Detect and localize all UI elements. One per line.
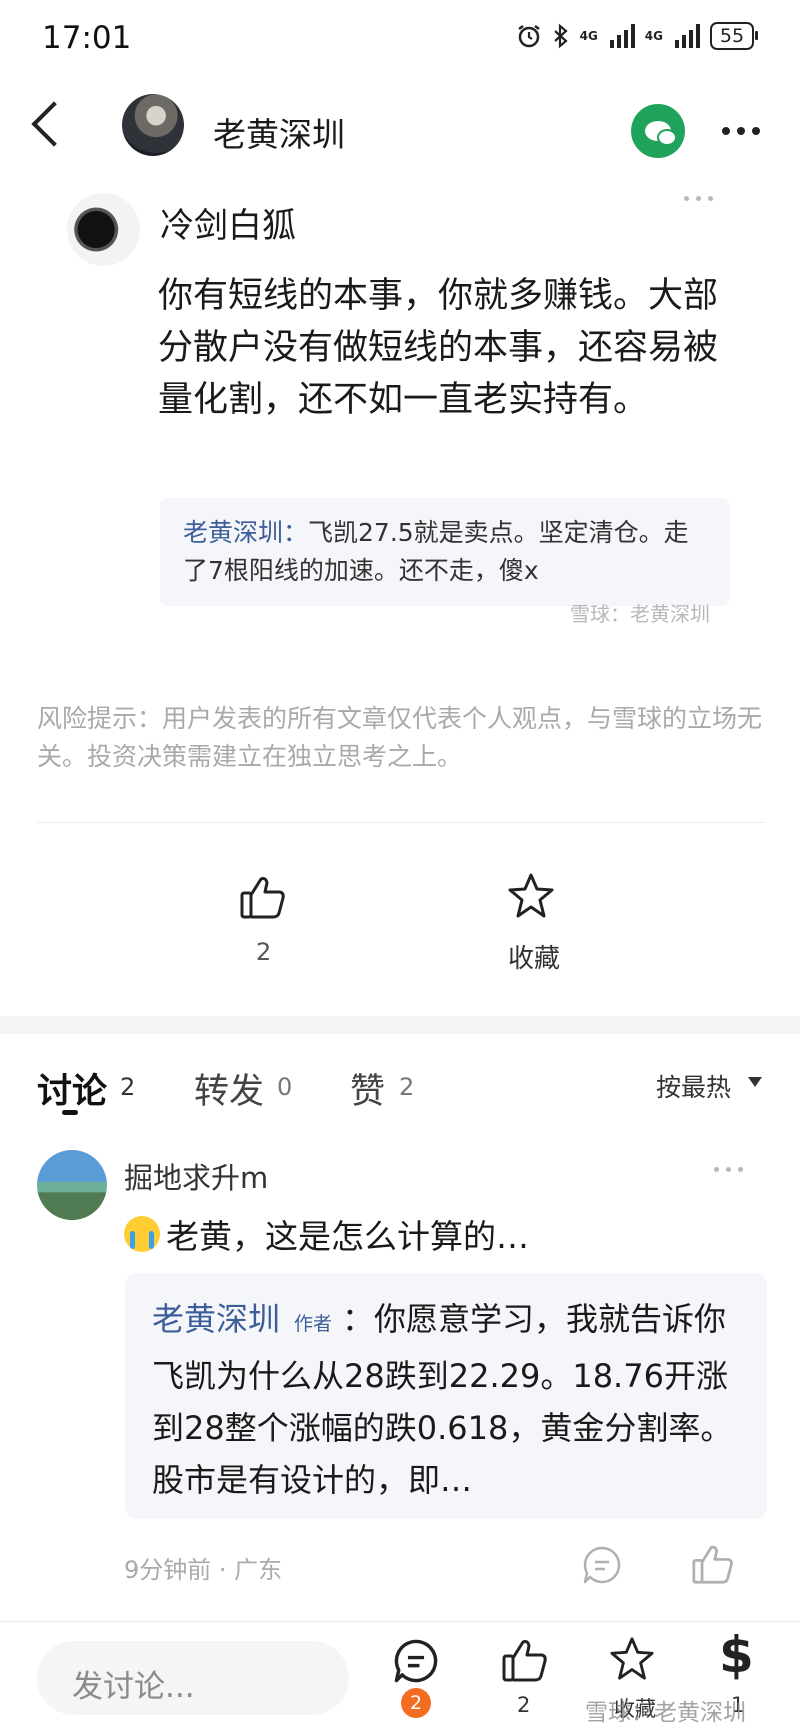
comment-meta: 9分钟前 · 广东: [124, 1556, 283, 1584]
watermark: 雪球：老黄深圳: [570, 602, 710, 626]
reply-icon[interactable]: [582, 1545, 622, 1585]
alarm-icon: [517, 25, 540, 48]
star-icon[interactable]: [506, 872, 556, 920]
tab-likes[interactable]: 赞: [350, 1063, 385, 1114]
network-type-2: 4G: [644, 29, 663, 43]
favorite-label[interactable]: 收藏: [508, 938, 560, 975]
risk-notice: 风险提示：用户发表的所有文章仅代表个人观点，与雪球的立场无关。投资决策需建立在独…: [37, 704, 763, 771]
comment-text: 老黄，这是怎么计算的…: [166, 1217, 529, 1256]
status-time: 17:01: [42, 20, 132, 56]
bottom-like-count: 2: [517, 1693, 531, 1717]
comment-icon[interactable]: [393, 1638, 439, 1684]
tab-discussion[interactable]: 讨论: [37, 1063, 107, 1114]
divider: [37, 822, 765, 823]
thumbs-up-icon[interactable]: [240, 874, 286, 920]
like-count: 2: [256, 938, 272, 966]
wechat-share-button[interactable]: [631, 104, 685, 158]
sort-dropdown[interactable]: 按最热: [656, 1068, 731, 1104]
watermark-bottom: 雪球：老黄深圳: [585, 1700, 746, 1726]
reward-icon[interactable]: $: [719, 1626, 754, 1684]
caret-down-icon[interactable]: [748, 1077, 762, 1087]
post-text: 你有短线的本事，你就多赚钱。大部分散户没有做短线的本事，还容易被量化割，还不如一…: [158, 276, 719, 420]
bluetooth-icon: [553, 23, 568, 49]
wechat-icon: [645, 121, 677, 146]
author-name[interactable]: 老黄深圳: [213, 108, 345, 156]
battery-indicator: 55: [710, 22, 758, 50]
quote-text: 老黄深圳：飞凯27.5就是卖点。坚定清仓。走了7根阳线的加速。还不走，傻x: [183, 514, 713, 590]
status-icons: 4G 4G 55: [516, 22, 758, 50]
tab-likes-count: 2: [399, 1073, 415, 1101]
bottom-like-icon[interactable]: [502, 1637, 548, 1683]
comment-badge: 2: [401, 1688, 431, 1718]
tab-discussion-count: 2: [120, 1073, 136, 1101]
commenter-name[interactable]: 掘地求升m: [124, 1155, 268, 1197]
comment-more-icon[interactable]: [714, 1167, 743, 1172]
commenter-avatar[interactable]: [37, 1150, 107, 1220]
reply-text: 老黄深圳 作者 ：你愿意学习，我就告诉你飞凯为什么从28跌到22.29。18.76开…: [152, 1293, 752, 1506]
post-more-icon[interactable]: [684, 196, 713, 201]
signal-icon: [609, 24, 635, 48]
back-icon[interactable]: [31, 101, 77, 147]
tab-repost[interactable]: 转发: [194, 1063, 264, 1114]
author-tag: 作者: [294, 1313, 333, 1335]
quote-author[interactable]: 老黄深圳：: [183, 518, 308, 547]
discussion-input-placeholder[interactable]: 发讨论...: [72, 1661, 195, 1706]
author-avatar[interactable]: [122, 94, 184, 156]
more-options-icon[interactable]: [722, 127, 760, 135]
signal-icon-2: [675, 24, 700, 48]
tab-repost-count: 0: [277, 1073, 293, 1101]
quoted-user-name[interactable]: 冷剑白狐: [160, 198, 296, 247]
tab-active-indicator: [62, 1110, 78, 1115]
bottom-star-icon[interactable]: [608, 1636, 656, 1682]
reply-author[interactable]: 老黄深圳: [152, 1300, 280, 1338]
crying-emoji-icon: [124, 1216, 160, 1252]
comment-like-icon[interactable]: [692, 1543, 734, 1585]
quoted-user-avatar[interactable]: [67, 193, 140, 266]
network-type-1: 4G: [579, 29, 598, 43]
section-separator: [0, 1016, 800, 1034]
comment-text-row: 老黄，这是怎么计算的…: [124, 1210, 529, 1258]
